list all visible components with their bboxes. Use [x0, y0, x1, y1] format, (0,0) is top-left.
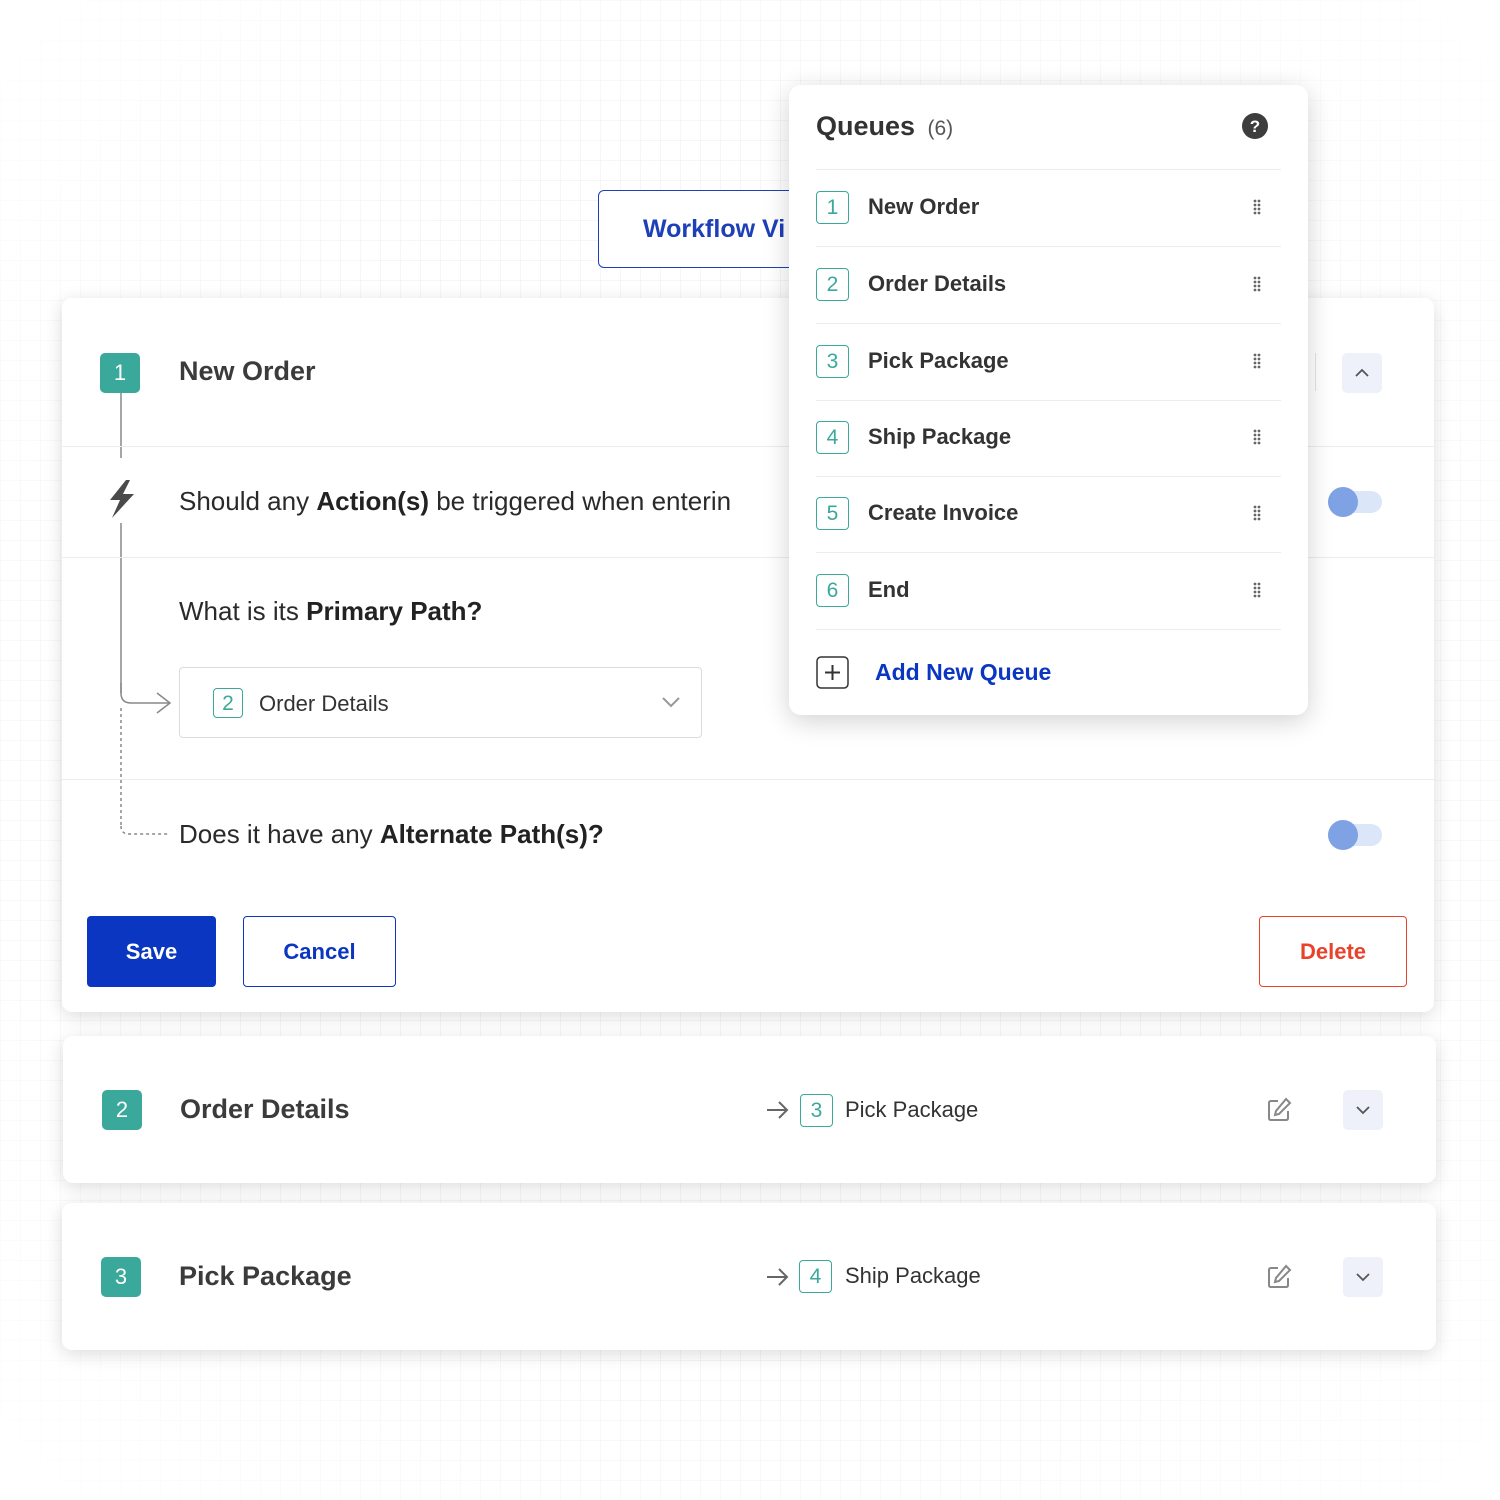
help-icon[interactable]: ? [1241, 112, 1269, 140]
queue-item[interactable]: 6 End [816, 552, 1281, 630]
queue-item[interactable]: 1 New Order [816, 169, 1281, 247]
queue-label: Create Invoice [868, 500, 1019, 525]
queues-header: Queues (6) [816, 111, 953, 142]
select-value: Order Details [259, 691, 389, 716]
next-step-label: Ship Package [845, 1263, 981, 1288]
expand-button[interactable] [1343, 1257, 1383, 1297]
queue-label: Ship Package [868, 424, 1012, 449]
svg-text:?: ? [1250, 117, 1260, 136]
divider [62, 779, 1434, 780]
vertical-separator [1315, 353, 1316, 391]
next-step-number: 3 [800, 1094, 833, 1127]
step-number-badge: 2 [102, 1090, 142, 1130]
edit-icon[interactable] [1265, 1096, 1293, 1124]
queue-item[interactable]: 5 Create Invoice [816, 475, 1281, 553]
toggle-knob [1328, 487, 1358, 517]
actions-toggle[interactable] [1328, 487, 1382, 517]
edit-icon[interactable] [1265, 1263, 1293, 1291]
queue-number: 1 [816, 191, 849, 224]
queue-number: 2 [816, 268, 849, 301]
drag-handle-icon[interactable] [1253, 353, 1261, 369]
queue-label: New Order [868, 194, 980, 219]
expand-button[interactable] [1343, 1090, 1383, 1130]
drag-handle-icon[interactable] [1253, 199, 1261, 215]
queue-number: 6 [816, 574, 849, 607]
chevron-up-icon [1355, 368, 1369, 377]
add-new-queue-label: Add New Queue [875, 659, 1052, 685]
step-number-badge: 3 [101, 1257, 141, 1297]
step-card[interactable]: 3 Pick Package 4 Ship Package [62, 1203, 1436, 1350]
queue-label: Order Details [868, 271, 1007, 296]
queue-item[interactable]: 2 Order Details [816, 246, 1281, 324]
add-new-queue-button[interactable]: Add New Queue [816, 656, 1076, 690]
primary-path-select[interactable]: 2 Order Details [179, 667, 702, 738]
drag-handle-icon[interactable] [1253, 276, 1261, 292]
arrow-right-icon [767, 1268, 789, 1286]
chevron-down-icon [662, 697, 680, 708]
step-number-badge: 1 [100, 353, 140, 393]
queue-label: Pick Package [868, 348, 1009, 373]
queues-count: (6) [927, 117, 954, 140]
queue-number: 5 [816, 497, 849, 530]
next-step-number: 4 [799, 1260, 832, 1293]
queues-title: Queues [816, 111, 916, 141]
delete-button[interactable]: Delete [1259, 916, 1407, 987]
toggle-knob [1328, 820, 1358, 850]
step-card[interactable]: 2 Order Details 3 Pick Package [63, 1036, 1436, 1183]
cancel-button[interactable]: Cancel [243, 916, 396, 987]
primary-path-question: What is its Primary Path? [179, 596, 483, 626]
chevron-down-icon [1356, 1273, 1370, 1282]
collapse-button[interactable] [1342, 353, 1382, 393]
drag-handle-icon[interactable] [1253, 582, 1261, 598]
step-title: Order Details [180, 1094, 350, 1124]
arrow-right-icon [767, 1101, 789, 1119]
queue-item[interactable]: 4 Ship Package [816, 399, 1281, 477]
queue-label: End [868, 577, 910, 602]
chevron-down-icon [1356, 1106, 1370, 1115]
save-button[interactable]: Save [87, 916, 216, 987]
step-title: New Order [179, 356, 316, 386]
select-number-badge: 2 [213, 688, 243, 718]
queue-number: 3 [816, 345, 849, 378]
queue-number: 4 [816, 421, 849, 454]
workflow-view-tab-label: Workflow Vi [643, 215, 786, 243]
drag-handle-icon[interactable] [1253, 429, 1261, 445]
queues-panel: Queues (6) ? 1 New Order 2 Order Details… [789, 85, 1308, 715]
next-step-label: Pick Package [845, 1097, 979, 1122]
plus-icon [816, 656, 849, 689]
lightning-icon [110, 480, 134, 518]
drag-handle-icon[interactable] [1253, 505, 1261, 521]
actions-question: Should any Action(s) be triggered when e… [179, 486, 732, 516]
step-title: Pick Package [179, 1261, 352, 1291]
queue-item[interactable]: 3 Pick Package [816, 323, 1281, 401]
alternate-path-question: Does it have any Alternate Path(s)? [179, 819, 604, 849]
alternate-path-toggle[interactable] [1328, 820, 1382, 850]
